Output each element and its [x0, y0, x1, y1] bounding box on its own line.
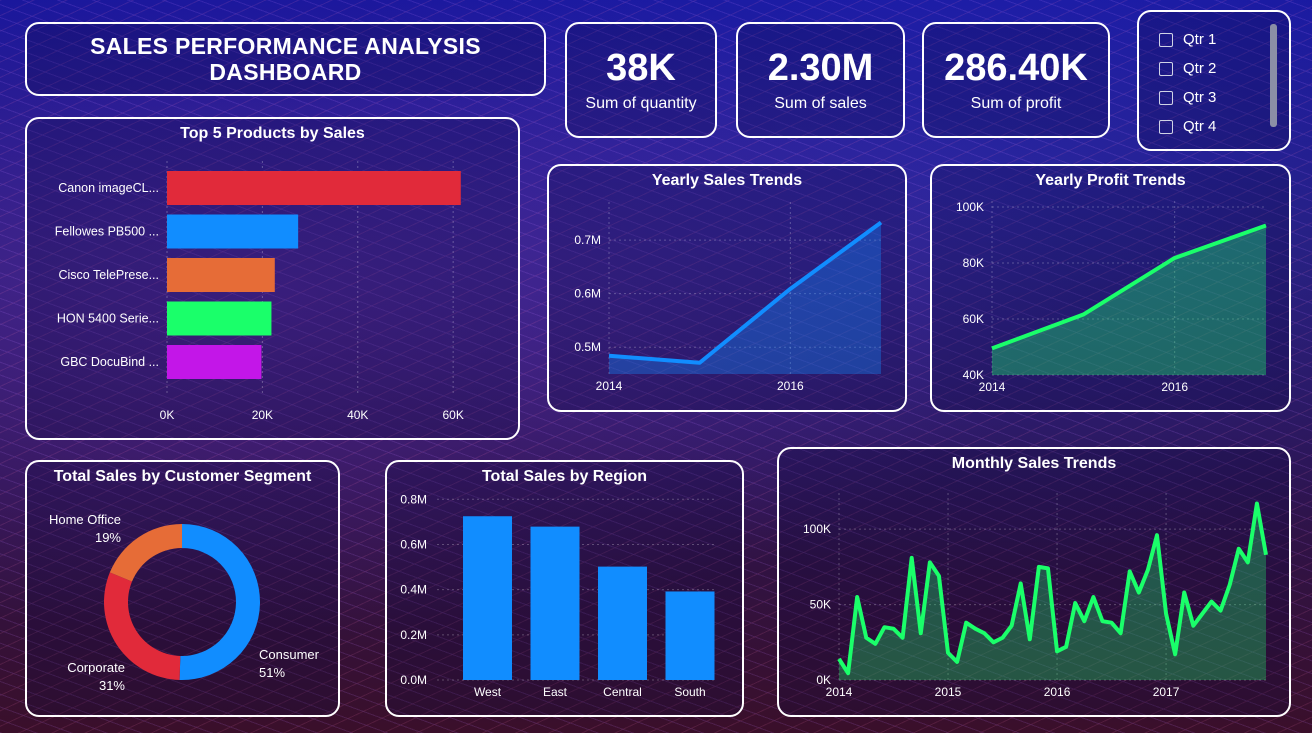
bar	[167, 345, 262, 379]
monthly-sales-plot: 0K50K100K2014 2015 2016 2017	[803, 493, 1268, 699]
category-label: Cisco TelePrese...	[58, 268, 159, 282]
x-tick-label: 20K	[252, 408, 273, 422]
slice-percent-label: 19%	[95, 530, 121, 545]
category-label: Fellowes PB500 ...	[55, 225, 159, 239]
region-plot: 0.0M 0.2M 0.4M 0.6M 0.8M West East Central South	[400, 492, 717, 699]
y-tick-label: 0.8M	[400, 492, 427, 506]
checkbox-icon[interactable]	[1159, 61, 1173, 76]
kpi-label: Sum of profit	[970, 95, 1062, 112]
x-tick-label: 2014	[826, 685, 853, 699]
slice-percent-label: 31%	[99, 678, 125, 693]
yearly-profit-plot: 40K60K80K100K2014 2016	[956, 200, 1267, 394]
x-tick-label: 2017	[1153, 685, 1180, 699]
x-tick-label: 2016	[777, 379, 804, 393]
x-tick-label: Central	[603, 685, 642, 699]
segment-chart[interactable]: Total Sales by Customer Segment Consumer…	[25, 460, 340, 717]
x-tick-label: 0K	[160, 408, 175, 422]
x-tick-label: West	[474, 685, 502, 699]
x-tick-label: 60K	[442, 408, 463, 422]
x-tick-label: 2014	[979, 380, 1006, 394]
monthly-sales-chart[interactable]: Monthly Sales Trends 0K 50K 100K 2014 2015 20…	[777, 447, 1291, 717]
bar	[167, 171, 461, 205]
slicer-item-label: Qtr 4	[1183, 118, 1217, 135]
bar	[167, 214, 299, 249]
dashboard-title-line1: SALES PERFORMANCE ANALYSIS	[90, 33, 481, 59]
y-tick-label: 100K	[956, 200, 984, 214]
y-tick-label: 0.6M	[400, 537, 427, 551]
segment-plot: Consumer 51% Corporate 31% Home Office 19%	[49, 512, 320, 693]
bar	[167, 258, 275, 292]
x-tick-label: East	[543, 685, 568, 699]
y-tick-label: 0.7M	[574, 233, 601, 247]
yearly-sales-plot: 0.5M 0.6M 0.7M 2014 2016	[574, 202, 883, 393]
x-tick-label: 2016	[1161, 380, 1188, 394]
y-tick-label: 0.0M	[400, 673, 427, 687]
x-tick-label: 2015	[935, 685, 962, 699]
slicer-item-label: Qtr 2	[1183, 60, 1217, 77]
checkbox-icon[interactable]	[1159, 32, 1173, 47]
kpi-value: 38K	[606, 47, 676, 89]
bar	[463, 516, 512, 680]
area-fill	[992, 225, 1266, 375]
category-label: HON 5400 Serie...	[57, 312, 159, 326]
y-tick-label: 0.2M	[400, 628, 427, 642]
quarter-slicer[interactable]: Qtr 1 Qtr 2 Qtr 3 Qtr 4	[1137, 10, 1291, 151]
y-tick-label: 60K	[963, 312, 984, 326]
y-tick-label: 0.6M	[574, 287, 601, 301]
category-label: GBC DocuBind ...	[60, 355, 159, 369]
kpi-card-profit[interactable]: 286.40K Sum of profit	[922, 22, 1110, 138]
checkbox-icon[interactable]	[1159, 90, 1173, 105]
slice-label: Corporate	[67, 660, 125, 675]
slice-label: Home Office	[49, 512, 121, 527]
slice-label: Consumer	[259, 647, 320, 662]
bar	[530, 526, 580, 680]
area-fill	[609, 222, 881, 374]
x-tick-label: 2014	[596, 379, 623, 393]
slicer-item-label: Qtr 1	[1183, 31, 1217, 48]
bar	[167, 301, 272, 336]
checkbox-icon[interactable]	[1159, 119, 1173, 134]
top5-products-plot: 0K 20K 40K 60K Canon imageCL... Fellowes PB50…	[55, 161, 464, 422]
x-tick-label: 2016	[1044, 685, 1071, 699]
y-tick-label: 0.4M	[400, 583, 427, 597]
y-tick-label: 100K	[803, 522, 831, 536]
bar	[598, 566, 647, 680]
slice-percent-label: 51%	[259, 665, 285, 680]
top5-products-chart[interactable]: Top 5 Products by Sales 0K 20K 40K 60K Canon…	[25, 117, 520, 440]
x-tick-label: 40K	[347, 408, 368, 422]
yearly-profit-chart[interactable]: Yearly Profit Trends 40K 60K 80K 100K 2014 20…	[930, 164, 1291, 412]
category-label: Canon imageCL...	[58, 181, 159, 195]
slicer-scrollbar[interactable]	[1270, 24, 1277, 127]
dashboard-title-line2: DASHBOARD	[209, 59, 362, 85]
yearly-sales-chart[interactable]: Yearly Sales Trends 0.5M 0.6M 0.7M 2014 2016	[547, 164, 907, 412]
kpi-value: 286.40K	[944, 47, 1088, 89]
bar	[665, 591, 715, 680]
kpi-card-quantity[interactable]: 38K Sum of quantity	[565, 22, 717, 138]
region-chart[interactable]: Total Sales by Region 0.0M 0.2M 0.4M 0.6M 0.…	[385, 460, 744, 717]
pie-slice	[179, 524, 260, 680]
kpi-value: 2.30M	[767, 47, 874, 89]
y-tick-label: 50K	[810, 598, 831, 612]
y-tick-label: 80K	[963, 256, 984, 270]
x-tick-label: South	[674, 685, 705, 699]
dashboard-title: SALES PERFORMANCE ANALYSIS DASHBOARD	[25, 22, 546, 96]
kpi-card-sales[interactable]: 2.30M Sum of sales	[736, 22, 905, 138]
kpi-label: Sum of quantity	[585, 95, 697, 112]
y-tick-label: 0.5M	[574, 340, 601, 354]
kpi-label: Sum of sales	[774, 95, 867, 112]
slicer-item-label: Qtr 3	[1183, 89, 1217, 106]
